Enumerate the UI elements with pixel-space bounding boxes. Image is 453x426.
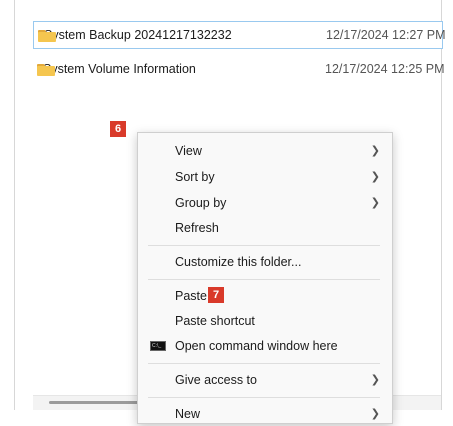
- menu-separator: [148, 245, 380, 246]
- menu-item-view[interactable]: View ❯: [138, 138, 392, 163]
- command-prompt-icon: C:\_: [150, 341, 166, 351]
- chevron-right-icon: ❯: [370, 145, 380, 157]
- menu-item-label: Open command window here: [175, 338, 338, 353]
- file-name: System Backup 20241217132232: [44, 28, 232, 42]
- menu-item-give-access[interactable]: Give access to ❯: [138, 367, 392, 392]
- file-date-modified: 12/17/2024 12:27 PM: [326, 28, 446, 42]
- chevron-right-icon: ❯: [370, 374, 380, 386]
- menu-item-paste-shortcut[interactable]: Paste shortcut: [138, 308, 392, 333]
- chevron-right-icon: ❯: [370, 408, 380, 420]
- menu-item-customize-folder[interactable]: Customize this folder...: [138, 249, 392, 274]
- file-row-system-backup[interactable]: System Backup 20241217132232 12/17/2024 …: [33, 21, 446, 49]
- menu-item-label: Customize this folder...: [175, 254, 302, 269]
- menu-item-label: Group by: [175, 195, 227, 210]
- file-name: System Volume Information: [43, 62, 196, 76]
- step-badge-6: 6: [110, 121, 126, 137]
- menu-separator: [148, 397, 380, 398]
- chevron-right-icon: ❯: [370, 197, 380, 209]
- menu-item-label: Paste shortcut: [175, 313, 255, 328]
- menu-item-label: Sort by: [175, 169, 215, 184]
- menu-separator: [148, 363, 380, 364]
- chevron-right-icon: ❯: [370, 171, 380, 183]
- menu-item-sort-by[interactable]: Sort by ❯: [138, 164, 392, 189]
- file-date-modified: 12/17/2024 12:25 PM: [325, 62, 445, 76]
- menu-item-open-command-window[interactable]: C:\_ Open command window here: [138, 333, 392, 358]
- menu-item-group-by[interactable]: Group by ❯: [138, 190, 392, 215]
- menu-item-paste[interactable]: Paste: [138, 283, 392, 308]
- menu-item-label: Give access to: [175, 372, 257, 387]
- step-badge-7: 7: [208, 287, 224, 303]
- menu-item-label: View: [175, 143, 202, 158]
- menu-separator: [148, 279, 380, 280]
- menu-item-label: Refresh: [175, 220, 219, 235]
- menu-item-label: Paste: [175, 288, 207, 303]
- menu-item-new[interactable]: New ❯: [138, 401, 392, 426]
- context-menu: View ❯ Sort by ❯ Group by ❯ Refresh Cust…: [137, 132, 393, 424]
- file-row-system-volume-information[interactable]: System Volume Information 12/17/2024 12:…: [33, 55, 445, 83]
- menu-item-label: New: [175, 406, 201, 421]
- menu-item-refresh[interactable]: Refresh: [138, 215, 392, 240]
